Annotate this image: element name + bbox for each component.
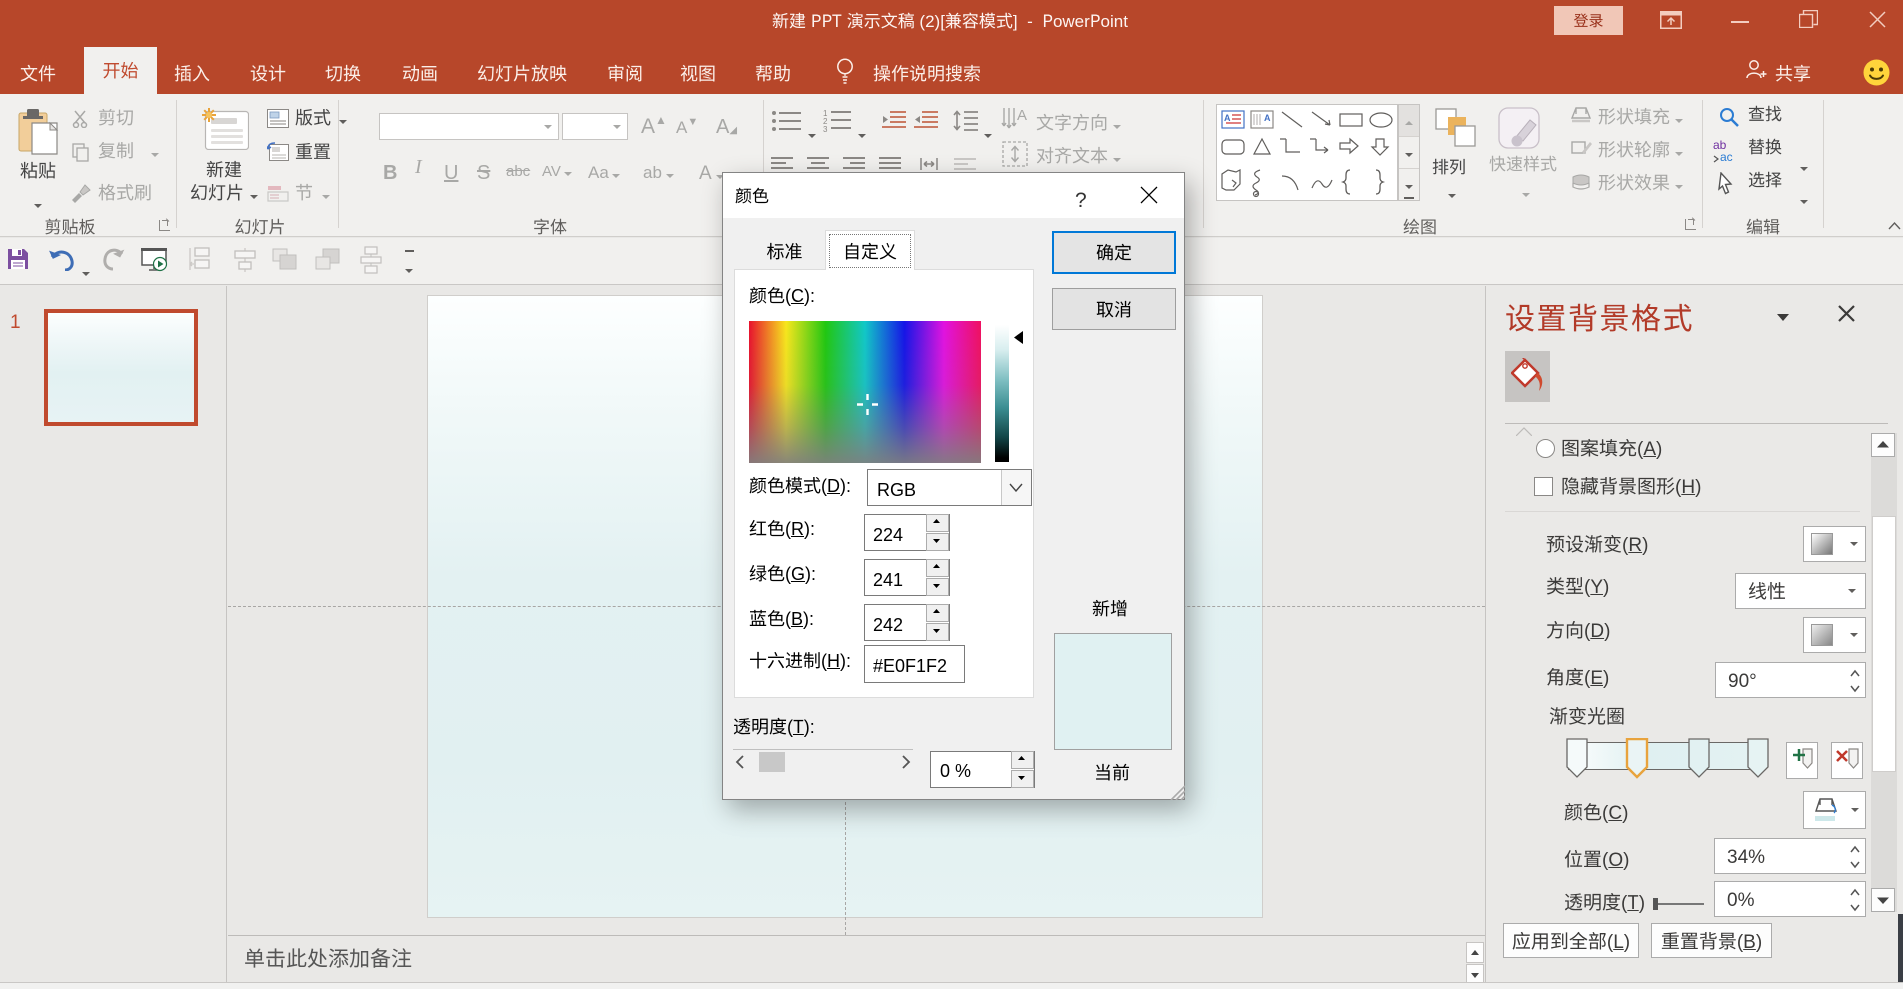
svg-text:3: 3 (823, 125, 828, 133)
svg-text:A: A (1264, 111, 1271, 124)
svg-text:A: A (1017, 107, 1027, 124)
svg-text:A: A (1224, 111, 1231, 124)
svg-text:ac: ac (1720, 150, 1733, 163)
